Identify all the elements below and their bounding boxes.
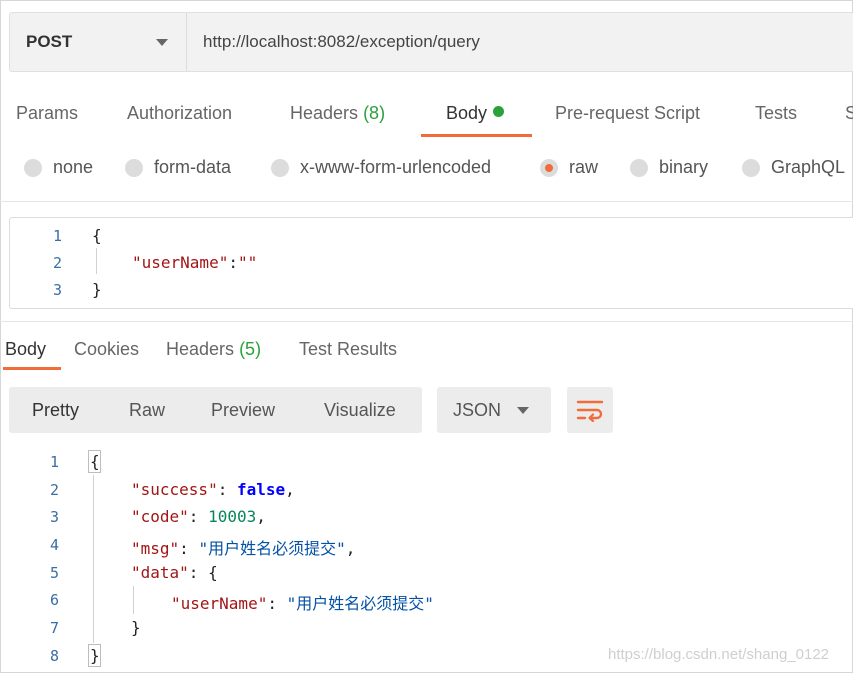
watermark: https://blog.csdn.net/shang_0122	[608, 646, 830, 663]
view-preview-button[interactable]: Preview	[211, 400, 275, 421]
json-value: ""	[237, 253, 258, 272]
json-boolean: false	[236, 480, 286, 499]
radio-graphql[interactable]: GraphQL	[742, 157, 845, 178]
divider	[0, 201, 853, 202]
indent-guide	[133, 586, 134, 614]
request-tabs: Params Authorization Headers (8) Body Pr…	[0, 95, 853, 137]
code-line: "msg": "用户姓名必须提交",	[131, 539, 356, 558]
json-number: 10003	[208, 507, 257, 526]
request-body-editor[interactable]: 1 2 3 { "userName":"" }	[9, 217, 853, 309]
headers-count: (8)	[363, 103, 386, 123]
view-pretty-button[interactable]: Pretty	[32, 400, 79, 421]
line-number: 5	[49, 564, 59, 582]
json-key: "data"	[131, 563, 189, 582]
radio-none-label: none	[53, 157, 94, 177]
code-line: "success": false,	[131, 480, 295, 499]
response-tab-headers[interactable]: Headers (5)	[166, 339, 261, 360]
code-open-brace: {	[92, 226, 102, 245]
code-line: "userName":""	[132, 253, 257, 272]
tab-pre-request-script[interactable]: Pre-request Script	[555, 103, 700, 124]
code-line: "userName": "用户姓名必须提交"	[171, 594, 434, 613]
radio-none[interactable]: none	[24, 157, 93, 178]
code-line: "data": {	[131, 563, 218, 582]
method-label: POST	[26, 32, 73, 51]
line-number: 3	[49, 508, 59, 526]
radio-circle	[24, 158, 42, 177]
indent-guide	[96, 248, 97, 274]
tab-body-label: Body	[446, 103, 488, 123]
radio-raw[interactable]: raw	[540, 157, 598, 178]
active-tab-underline	[3, 367, 61, 370]
line-number: 7	[49, 619, 59, 637]
line-number: 4	[49, 536, 59, 554]
json-key: "msg"	[131, 539, 180, 558]
response-tabs: Body Cookies Headers (5) Test Results	[0, 337, 853, 377]
tab-body[interactable]: Body	[446, 103, 505, 124]
view-mode-segmented: Pretty Raw Preview Visualize	[9, 387, 422, 433]
line-number: 1	[52, 227, 62, 245]
url-input[interactable]: http://localhost:8082/exception/query	[187, 32, 480, 52]
indent-guide	[93, 475, 94, 643]
radio-circle-selected	[540, 158, 558, 177]
code-close-brace: }	[90, 646, 100, 665]
json-string: "用户姓名必须提交"	[198, 539, 346, 558]
tab-headers[interactable]: Headers (8)	[290, 103, 385, 124]
view-raw-button[interactable]: Raw	[129, 400, 165, 421]
radio-circle	[630, 158, 648, 177]
radio-raw-label: raw	[569, 157, 599, 177]
tab-authorization[interactable]: Authorization	[127, 103, 232, 124]
json-key: "userName"	[132, 253, 229, 272]
radio-graphql-label: GraphQL	[771, 157, 846, 177]
line-number: 1	[49, 453, 59, 471]
radio-circle	[125, 158, 143, 177]
response-tab-cookies[interactable]: Cookies	[74, 339, 139, 360]
response-tab-body[interactable]: Body	[5, 339, 46, 360]
format-label: JSON	[453, 400, 502, 420]
line-number: 2	[49, 481, 59, 499]
format-select[interactable]: JSON	[437, 387, 551, 433]
response-headers-count: (5)	[239, 339, 262, 359]
body-type-radios: none form-data x-www-form-urlencoded raw…	[0, 157, 853, 187]
body-indicator-dot	[493, 106, 505, 117]
line-number: 2	[52, 254, 62, 272]
tab-headers-label: Headers	[290, 103, 359, 123]
wrap-lines-icon	[576, 400, 604, 422]
chevron-down-icon	[156, 39, 168, 46]
radio-circle	[271, 158, 289, 177]
divider	[0, 321, 853, 322]
code-close-brace: }	[131, 618, 141, 637]
code-open-brace: {	[208, 563, 218, 582]
json-key: "success"	[131, 480, 218, 499]
line-number: 8	[49, 647, 59, 665]
json-key: "code"	[131, 507, 189, 526]
radio-binary[interactable]: binary	[630, 157, 708, 178]
tab-tests[interactable]: Tests	[755, 103, 797, 124]
chevron-down-icon	[517, 407, 529, 414]
json-string: "用户姓名必须提交"	[286, 594, 434, 613]
response-tab-headers-label: Headers	[166, 339, 235, 359]
radio-x-www-form-urlencoded[interactable]: x-www-form-urlencoded	[271, 157, 491, 178]
radio-form-data[interactable]: form-data	[125, 157, 231, 178]
code-open-brace: {	[90, 452, 100, 471]
code-line: "code": 10003,	[131, 507, 266, 526]
active-tab-underline	[421, 134, 532, 137]
line-number: 6	[49, 591, 59, 609]
json-key: "userName"	[171, 594, 268, 613]
tab-settings[interactable]: S	[845, 103, 853, 124]
line-number: 3	[52, 281, 62, 299]
radio-circle	[742, 158, 760, 177]
radio-urlencoded-label: x-www-form-urlencoded	[300, 157, 492, 177]
wrap-lines-button[interactable]	[567, 387, 613, 433]
method-select[interactable]: POST	[10, 13, 187, 71]
tab-params[interactable]: Params	[16, 103, 78, 124]
code-close-brace: }	[92, 280, 102, 299]
view-visualize-button[interactable]: Visualize	[324, 400, 396, 421]
json-colon: :	[228, 253, 238, 272]
url-bar: POST http://localhost:8082/exception/que…	[9, 12, 853, 72]
radio-binary-label: binary	[659, 157, 709, 177]
radio-form-data-label: form-data	[154, 157, 232, 177]
response-tab-test-results[interactable]: Test Results	[299, 339, 397, 360]
